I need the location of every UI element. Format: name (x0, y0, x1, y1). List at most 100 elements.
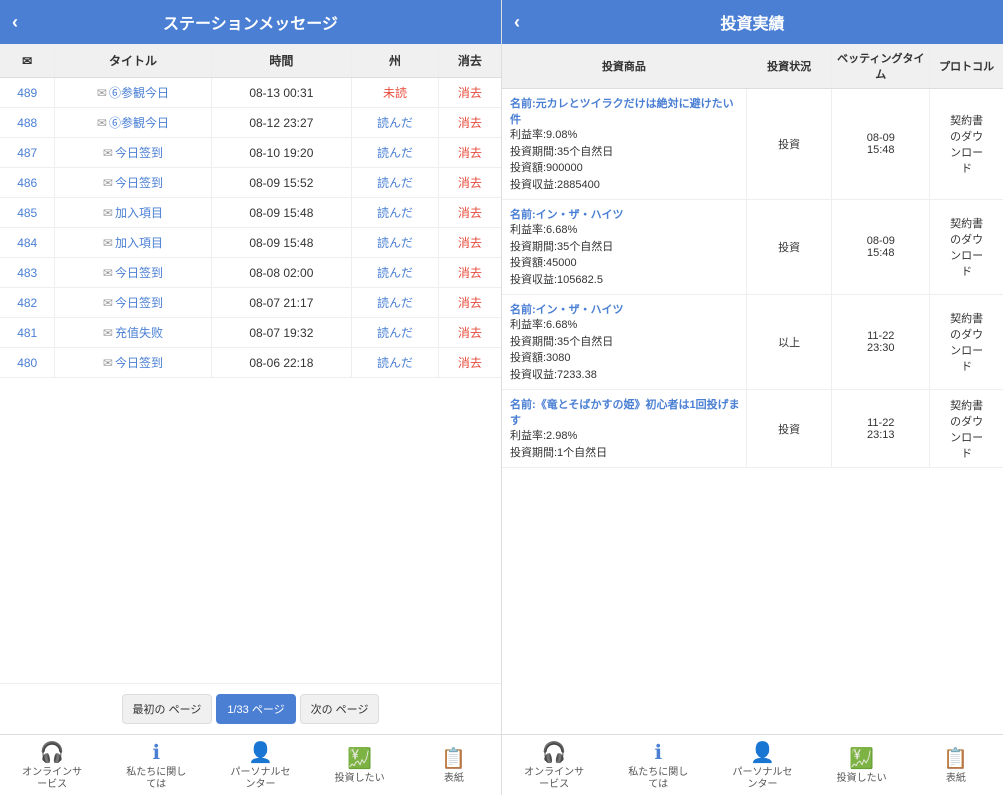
nav-icon: 💹 (347, 747, 372, 771)
table-row: 489✉⑥参観今日08-13 00:31未読消去 (0, 78, 501, 108)
message-id[interactable]: 481 (0, 318, 55, 348)
investment-status: 投資 (746, 200, 832, 295)
message-time: 08-10 19:20 (211, 138, 352, 168)
investment-row: 名前:元カレとツイラクだけは絶対に避けたい件利益率:9.08%投資期間:35个自… (502, 89, 1003, 200)
message-id[interactable]: 483 (0, 258, 55, 288)
right-col-contract: プロトコル (930, 44, 1003, 89)
table-row: 483✉今日签到08-08 02:00読んだ消去 (0, 258, 501, 288)
right-back-button[interactable]: ‹ (514, 12, 520, 33)
first-page-button[interactable]: 最初の ページ (122, 694, 213, 724)
nav-label: 私たちに関し ては (126, 767, 186, 791)
left-nav-item[interactable]: 👤パーソナルセ ンター (230, 741, 290, 791)
message-status: 未読 (352, 78, 439, 108)
message-delete-button[interactable]: 消去 (438, 168, 501, 198)
nav-label: 投資したい (837, 773, 887, 785)
message-id[interactable]: 489 (0, 78, 55, 108)
right-nav-item[interactable]: 💹 投資したい (837, 747, 887, 785)
message-id[interactable]: 486 (0, 168, 55, 198)
col-delete: 消去 (438, 44, 501, 78)
nav-icon: 📋 (441, 747, 466, 771)
message-time: 08-07 19:32 (211, 318, 352, 348)
message-title[interactable]: ✉⑥参観今日 (55, 78, 211, 108)
nav-icon: 💹 (849, 747, 874, 771)
message-id[interactable]: 488 (0, 108, 55, 138)
left-panel: ‹ ステーションメッセージ ✉ タイトル 時間 州 消去 489✉⑥参観今日08… (0, 0, 502, 795)
message-time: 08-07 21:17 (211, 288, 352, 318)
investment-contract-link[interactable]: 契約書 のダウ ンロー ド (930, 200, 1003, 295)
product-name[interactable]: 名前:元カレとツイラクだけは絶対に避けたい件 (510, 95, 742, 127)
message-title[interactable]: ✉今日签到 (55, 348, 211, 378)
nav-label: オンラインサ ービス (22, 767, 82, 791)
message-delete-button[interactable]: 消去 (438, 228, 501, 258)
message-status: 読んだ (352, 168, 439, 198)
message-delete-button[interactable]: 消去 (438, 258, 501, 288)
col-time: 時間 (211, 44, 352, 78)
left-nav-item[interactable]: 📋表紙 (429, 747, 479, 785)
message-title[interactable]: ✉今日签到 (55, 258, 211, 288)
message-delete-button[interactable]: 消去 (438, 198, 501, 228)
message-status: 読んだ (352, 228, 439, 258)
nav-label: 表紙 (946, 773, 966, 785)
message-delete-button[interactable]: 消去 (438, 348, 501, 378)
nav-icon: ℹ (152, 741, 160, 765)
right-nav-item[interactable]: 👤パーソナルセ ンター (732, 741, 792, 791)
table-row: 487✉今日签到08-10 19:20読んだ消去 (0, 138, 501, 168)
nav-label: パーソナルセ ンター (230, 767, 290, 791)
investment-contract-link[interactable]: 契約書 のダウ ンロー ド (930, 390, 1003, 468)
product-name[interactable]: 名前:イン・ザ・ハイツ (510, 301, 742, 317)
pagination: 最初の ページ 1/33 ページ 次の ページ (0, 683, 501, 734)
investment-row: 名前:イン・ザ・ハイツ利益率:6.68%投資期間:35个自然日投資額:45000… (502, 200, 1003, 295)
investment-row: 名前:イン・ザ・ハイツ利益率:6.68%投資期間:35个自然日投資額:3080投… (502, 295, 1003, 390)
product-rate: 利益率:6.68% (510, 222, 742, 239)
left-bottom-nav: 🎧オンラインサ ービス ℹ私たちに関し ては 👤パーソナルセ ンター 💹 投資したい 📋表… (0, 734, 501, 795)
message-delete-button[interactable]: 消去 (438, 288, 501, 318)
investment-contract-link[interactable]: 契約書 のダウ ンロー ド (930, 295, 1003, 390)
message-title[interactable]: ✉加入項目 (55, 198, 211, 228)
product-rate: 利益率:9.08% (510, 127, 742, 144)
product-name[interactable]: 名前:《竜とそばかすの姫》初心者は1回投げます (510, 396, 742, 428)
right-nav-item[interactable]: 📋 表紙 (931, 747, 981, 785)
message-title[interactable]: ✉⑥参観今日 (55, 108, 211, 138)
left-message-table: ✉ タイトル 時間 州 消去 489✉⑥参観今日08-13 00:31未読消去4… (0, 44, 501, 378)
left-title: ステーションメッセージ (163, 10, 338, 34)
product-rate: 利益率:2.98% (510, 428, 742, 445)
product-profit: 投資収益:7233.38 (510, 367, 742, 384)
current-page-button[interactable]: 1/33 ページ (216, 694, 295, 724)
left-back-button[interactable]: ‹ (12, 12, 18, 33)
message-id[interactable]: 482 (0, 288, 55, 318)
product-name[interactable]: 名前:イン・ザ・ハイツ (510, 206, 742, 222)
nav-label: 投資したい (335, 773, 385, 785)
next-page-button[interactable]: 次の ページ (300, 694, 380, 724)
product-period: 投資期間:35个自然日 (510, 334, 742, 351)
message-delete-button[interactable]: 消去 (438, 138, 501, 168)
table-row: 486✉今日签到08-09 15:52読んだ消去 (0, 168, 501, 198)
message-delete-button[interactable]: 消去 (438, 108, 501, 138)
message-title[interactable]: ✉今日签到 (55, 138, 211, 168)
message-title[interactable]: ✉今日签到 (55, 168, 211, 198)
nav-icon: 👤 (750, 741, 775, 765)
message-status: 読んだ (352, 258, 439, 288)
table-row: 482✉今日签到08-07 21:17読んだ消去 (0, 288, 501, 318)
message-id[interactable]: 487 (0, 138, 55, 168)
nav-icon: 🎧 (40, 741, 65, 765)
message-title[interactable]: ✉加入項目 (55, 228, 211, 258)
message-id[interactable]: 480 (0, 348, 55, 378)
message-id[interactable]: 484 (0, 228, 55, 258)
message-id[interactable]: 485 (0, 198, 55, 228)
message-delete-button[interactable]: 消去 (438, 78, 501, 108)
message-delete-button[interactable]: 消去 (438, 318, 501, 348)
left-nav-item[interactable]: 💹 投資したい (335, 747, 385, 785)
left-nav-item[interactable]: 🎧オンラインサ ービス (22, 741, 82, 791)
investment-contract-link[interactable]: 契約書 のダウ ンロー ド (930, 89, 1003, 200)
message-title[interactable]: ✉今日签到 (55, 288, 211, 318)
right-nav-item[interactable]: 🎧オンラインサ ービス (524, 741, 584, 791)
message-title[interactable]: ✉充值失败 (55, 318, 211, 348)
nav-icon: 📋 (943, 747, 968, 771)
investment-product: 名前:イン・ザ・ハイツ利益率:6.68%投資期間:35个自然日投資額:45000… (502, 200, 746, 295)
investment-product: 名前:元カレとツイラクだけは絶対に避けたい件利益率:9.08%投資期間:35个自… (502, 89, 746, 200)
product-profit: 投資収益:2885400 (510, 177, 742, 194)
right-panel: ‹ 投資実績 投資商品 投資状況 ベッティングタイム プロトコル 名前:元カレと… (502, 0, 1003, 795)
left-nav-item[interactable]: ℹ私たちに関し ては (126, 741, 186, 791)
right-nav-item[interactable]: ℹ私たちに関し ては (628, 741, 688, 791)
investment-time: 11-22 23:30 (832, 295, 930, 390)
